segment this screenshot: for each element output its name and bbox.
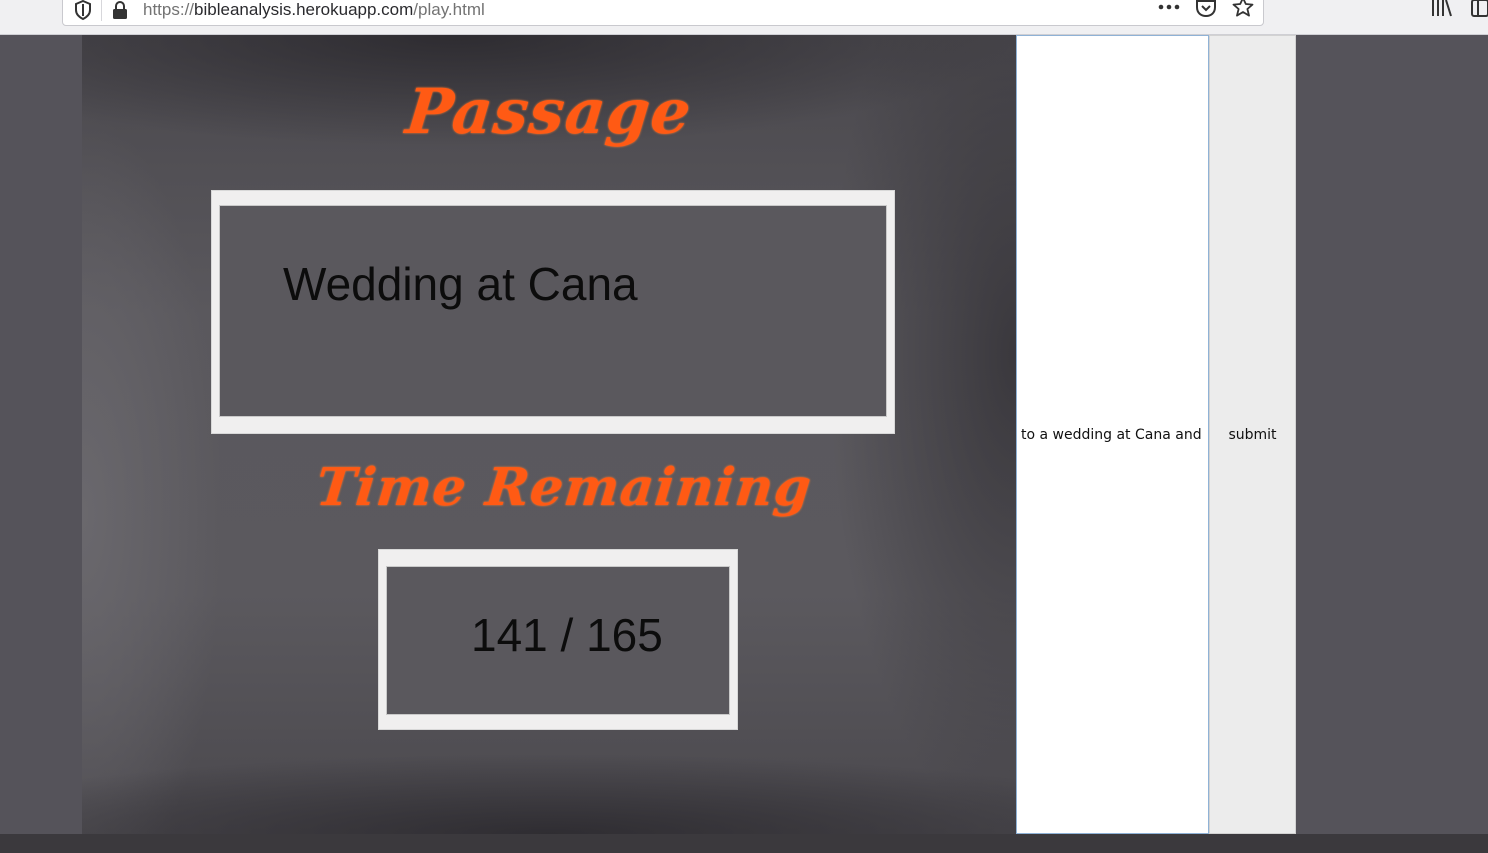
page-bottom-strip [0, 834, 1488, 853]
url-separator [101, 0, 102, 21]
timer-frame: 141 / 165 [379, 550, 737, 729]
url-scheme: https:// [143, 0, 195, 19]
shield-icon[interactable] [73, 0, 93, 26]
passage-title: Wedding at Cana [283, 258, 638, 310]
time-remaining-value: 141 / 165 [471, 609, 663, 661]
url-host: bibleanalysis.herokuapp.com [194, 0, 414, 19]
passage-frame: Wedding at Cana [212, 191, 894, 433]
bookmark-star-icon[interactable] [1231, 0, 1255, 23]
url-text[interactable]: https://bibleanalysis.herokuapp.com/play… [143, 0, 485, 20]
more-icon[interactable] [1157, 0, 1181, 22]
url-path: /play.html [413, 0, 485, 19]
sidebar-icon[interactable] [1470, 0, 1488, 25]
game-panel: Passage Wedding at Cana Time Remaining 1… [82, 35, 1016, 834]
answer-input[interactable] [1016, 35, 1209, 834]
library-icon[interactable] [1430, 0, 1454, 25]
submit-button[interactable]: submit [1209, 35, 1296, 834]
time-remaining-heading: Time Remaining [313, 457, 815, 518]
browser-toolbar: https://bibleanalysis.herokuapp.com/play… [0, 0, 1488, 35]
passage-heading: Passage [402, 75, 696, 148]
pocket-icon[interactable] [1194, 0, 1218, 24]
lock-icon[interactable] [111, 0, 129, 25]
url-bar[interactable]: https://bibleanalysis.herokuapp.com/play… [62, 0, 1264, 26]
